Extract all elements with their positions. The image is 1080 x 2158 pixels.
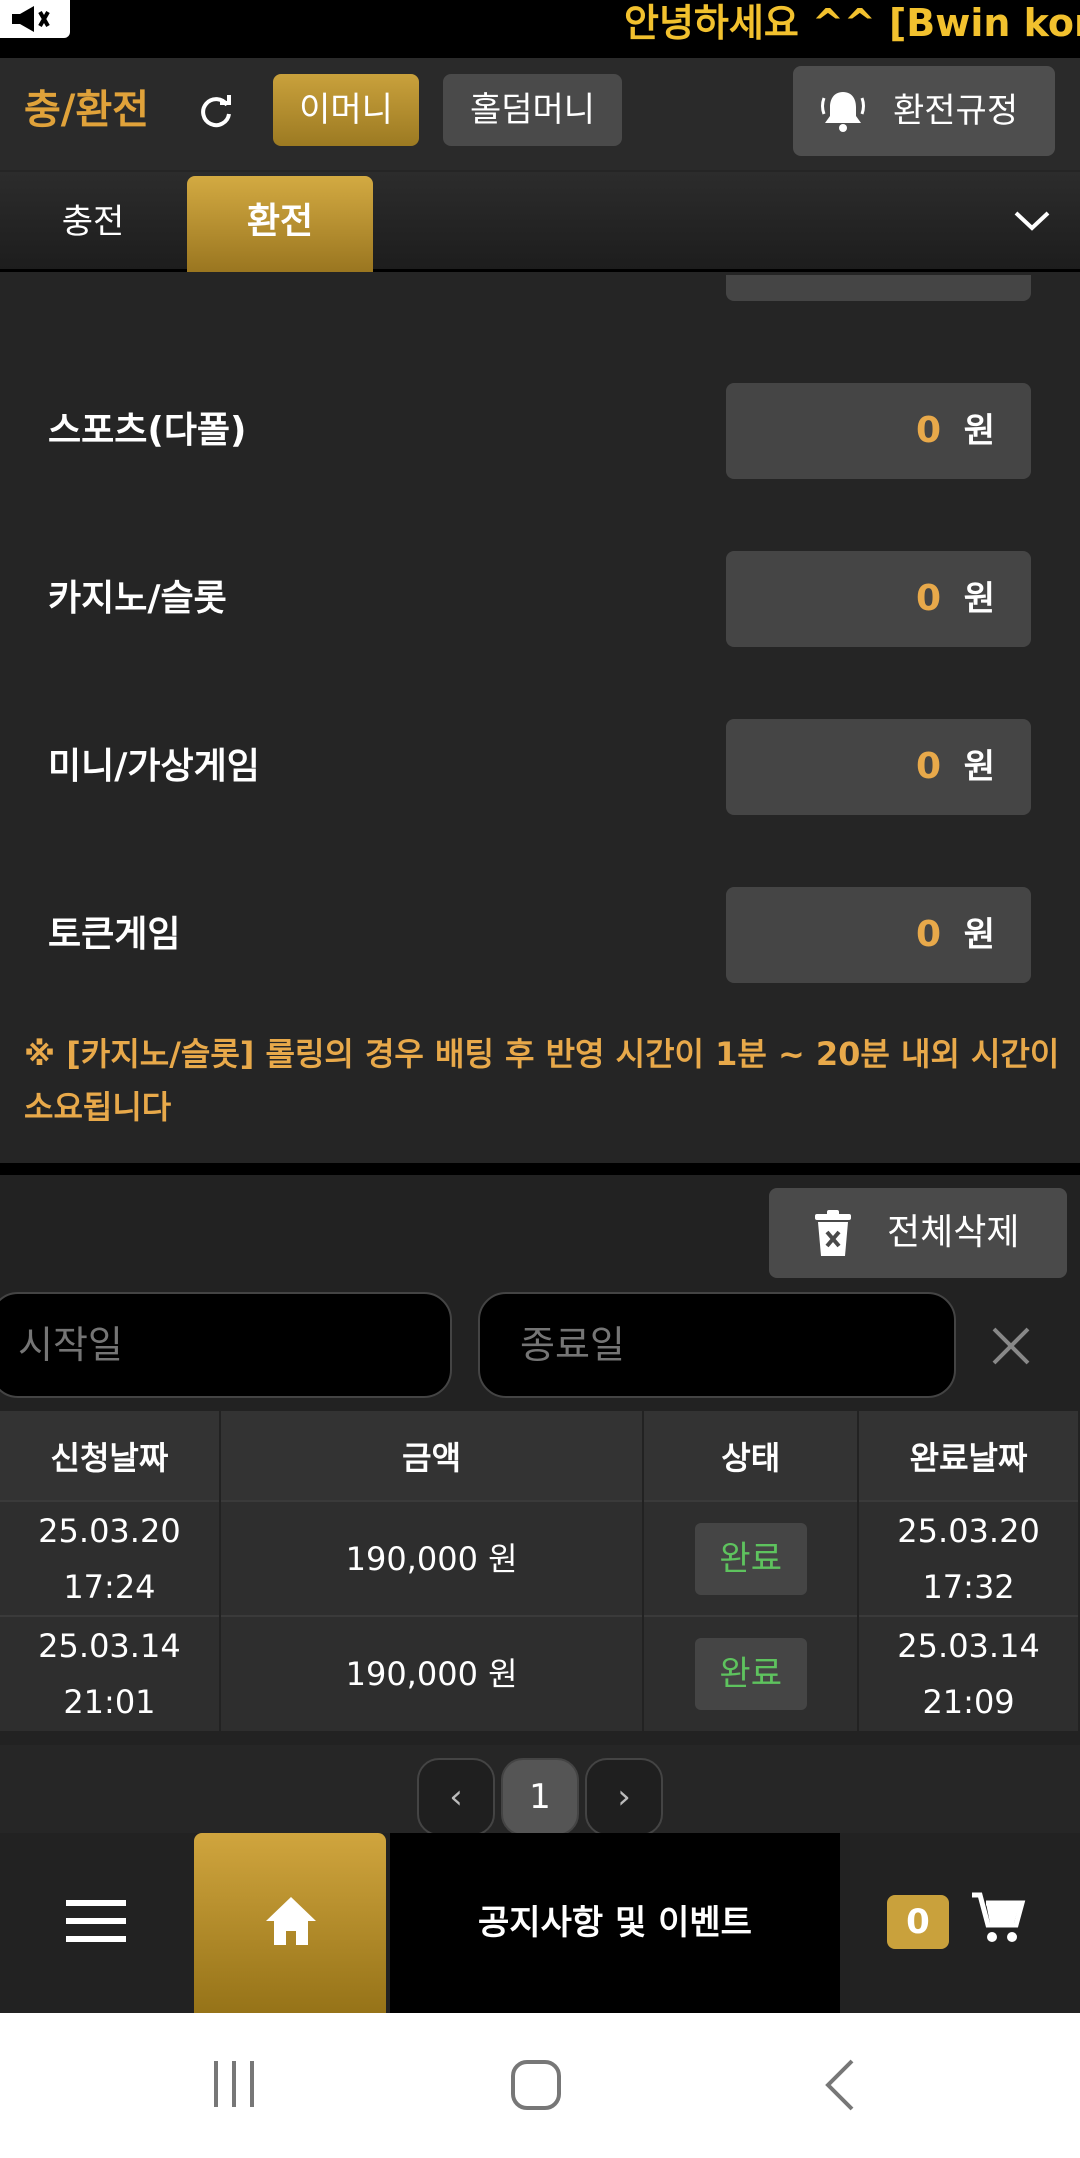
next-page-button[interactable]: › — [585, 1758, 663, 1836]
status-badge: 완료 — [694, 1638, 807, 1710]
rolling-value-box: 0 원 — [726, 551, 1031, 647]
table-header-row: 신청날짜 금액 상태 완료날짜 — [0, 1411, 1080, 1501]
rolling-row-partial — [0, 275, 1080, 301]
table-row: 25.03.20 17:24 190,000 원 완료 25.03.20 17:… — [0, 1500, 1080, 1616]
rolling-label: 카지노/슬롯 — [48, 578, 227, 619]
tab-exchange[interactable]: 환전 — [187, 176, 373, 272]
rolling-label: 토큰게임 — [48, 914, 181, 955]
column-header: 신청날짜 — [0, 1411, 221, 1501]
rolling-row: 토큰게임 0 원 — [0, 887, 1080, 983]
exchange-rules-label: 환전규정 — [893, 91, 1019, 131]
announcement-bar: 안녕하세요 ^^ [Bwin korea — [0, 0, 1080, 58]
bottom-navigation: 공지사항 및 이벤트 0 — [0, 1833, 1080, 2013]
rolling-row: 스포츠(다폴) 0 원 — [0, 383, 1080, 479]
cart-count-badge: 0 — [887, 1895, 949, 1949]
rolling-value-box: 0 원 — [726, 719, 1031, 815]
emoney-button[interactable]: 이머니 — [273, 74, 419, 146]
start-date-input[interactable] — [0, 1292, 452, 1398]
hamburger-icon — [66, 1900, 126, 1942]
rolling-value-box: 0 원 — [726, 887, 1031, 983]
notice-events-button[interactable]: 공지사항 및 이벤트 — [390, 1833, 840, 2013]
rolling-value: 0 — [915, 410, 941, 451]
rolling-unit: 원 — [963, 747, 995, 787]
exchange-rules-button[interactable]: 환전규정 — [793, 66, 1055, 156]
page-title: 충/환전 — [24, 87, 150, 133]
rolling-label: 미니/가상게임 — [48, 746, 260, 787]
request-date-cell: 25.03.20 17:24 — [0, 1500, 221, 1616]
rolling-unit: 원 — [963, 579, 995, 619]
column-header: 상태 — [643, 1411, 860, 1501]
rolling-value: 0 — [915, 578, 941, 619]
page-button-current[interactable]: 1 — [501, 1758, 579, 1836]
recent-apps-icon[interactable] — [210, 2059, 260, 2109]
pagination: ‹ 1 › — [0, 1745, 1080, 1836]
rolling-value-box: 0 원 — [726, 383, 1031, 479]
request-time: 21:01 — [63, 1683, 156, 1721]
complete-date: 25.03.20 — [897, 1511, 1040, 1550]
tab-charge[interactable]: 충전 — [0, 172, 186, 272]
column-header: 완료날짜 — [858, 1411, 1080, 1501]
complete-time: 21:09 — [922, 1683, 1015, 1721]
rolling-unit: 원 — [963, 411, 995, 451]
amount-cell: 190,000 원 — [219, 1500, 645, 1616]
request-date-cell: 25.03.14 21:01 — [0, 1615, 221, 1731]
amount-cell: 190,000 원 — [219, 1615, 645, 1731]
tab-bar: 충전 환전 — [0, 172, 1080, 272]
request-date: 25.03.20 — [38, 1511, 181, 1550]
rolling-value-box — [726, 275, 1031, 301]
complete-date-cell: 25.03.14 21:09 — [858, 1615, 1080, 1731]
cart-icon — [972, 1892, 1026, 1942]
complete-time: 17:32 — [922, 1567, 1015, 1606]
rolling-value: 0 — [915, 914, 941, 955]
rolling-notice: ※ [카지노/슬롯] 롤링의 경우 배팅 후 반영 시간이 1분 ~ 20분 내… — [24, 1035, 1060, 1126]
bell-icon — [821, 92, 865, 132]
rolling-label: 스포츠(다폴) — [48, 410, 247, 451]
trash-icon — [815, 1210, 851, 1256]
announcement-text: 안녕하세요 ^^ [Bwin korea — [624, 1, 1080, 45]
status-badge: 완료 — [694, 1522, 807, 1595]
status-cell: 완료 — [643, 1500, 860, 1616]
home-system-icon[interactable] — [510, 2059, 562, 2111]
request-time: 17:24 — [63, 1567, 156, 1606]
chevron-down-icon[interactable] — [1012, 208, 1052, 234]
back-icon[interactable] — [822, 2057, 858, 2113]
menu-button[interactable] — [0, 1833, 192, 2013]
home-icon — [266, 1897, 316, 1945]
complete-date-cell: 25.03.20 17:32 — [858, 1500, 1080, 1616]
page-header: 충/환전 이머니 홀덤머니 환전규정 — [0, 58, 1080, 170]
rolling-unit: 원 — [963, 915, 995, 955]
complete-date: 25.03.14 — [897, 1627, 1040, 1665]
exchange-history: 전체삭제 신청날짜 금액 상태 완료날짜 25.03.20 17:24 190,… — [0, 1175, 1080, 1836]
holdem-money-button[interactable]: 홀덤머니 — [443, 74, 622, 146]
history-table: 신청날짜 금액 상태 완료날짜 25.03.20 17:24 190,000 원… — [0, 1411, 1080, 1731]
refresh-icon[interactable] — [196, 92, 236, 132]
end-date-input[interactable] — [478, 1292, 956, 1398]
delete-all-button[interactable]: 전체삭제 — [769, 1188, 1067, 1278]
rolling-row: 카지노/슬롯 0 원 — [0, 551, 1080, 647]
status-cell: 완료 — [643, 1615, 860, 1731]
delete-all-label: 전체삭제 — [887, 1212, 1020, 1253]
prev-page-button[interactable]: ‹ — [417, 1758, 495, 1836]
cart-button[interactable]: 0 — [840, 1833, 1080, 2013]
system-navigation-bar — [0, 2013, 1080, 2158]
home-button[interactable] — [194, 1833, 386, 2013]
table-row: 25.03.14 21:01 190,000 원 완료 25.03.14 21:… — [0, 1615, 1080, 1731]
megaphone-icon — [0, 0, 70, 38]
column-header: 금액 — [219, 1411, 645, 1501]
rolling-row: 미니/가상게임 0 원 — [0, 719, 1080, 815]
request-date: 25.03.14 — [38, 1627, 181, 1665]
close-icon[interactable] — [990, 1325, 1032, 1367]
rolling-value: 0 — [915, 746, 941, 787]
section-divider — [0, 1163, 1080, 1175]
rolling-panel: 스포츠(다폴) 0 원 카지노/슬롯 0 원 미니/가상게임 0 원 토큰게임 … — [0, 275, 1080, 1165]
